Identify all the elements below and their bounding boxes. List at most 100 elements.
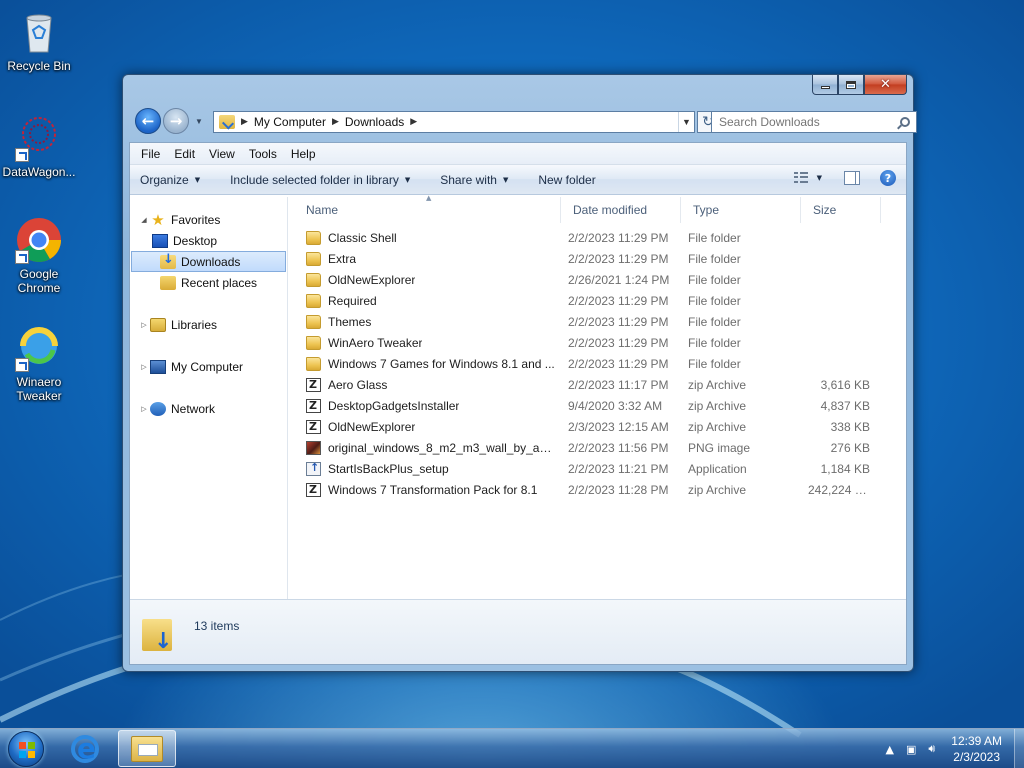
nav-my-computer[interactable]: ▷ My Computer bbox=[130, 356, 287, 377]
address-history-dropdown[interactable]: ▼ bbox=[678, 112, 694, 132]
file-row[interactable]: Classic Shell 2/2/2023 11:29 PM File folde… bbox=[288, 227, 906, 248]
item-count: 13 items bbox=[194, 619, 240, 633]
show-desktop-button[interactable] bbox=[1014, 729, 1024, 768]
maximize-button[interactable] bbox=[838, 75, 864, 95]
breadcrumb-downloads[interactable]: Downloads bbox=[345, 115, 404, 129]
file-row[interactable]: Aero Glass 2/2/2023 11:17 PM zip Archive 3,… bbox=[288, 374, 906, 395]
search-input[interactable] bbox=[712, 115, 882, 129]
forward-button[interactable]: → bbox=[163, 108, 189, 134]
file-row[interactable]: OldNewExplorer 2/26/2021 1:24 PM File fold… bbox=[288, 269, 906, 290]
desktop-icon-label: Winaero Tweaker bbox=[16, 375, 62, 403]
address-bar[interactable]: ▶ My Computer ▶ Downloads ▶ ▼ bbox=[213, 111, 695, 133]
nav-libraries-label: Libraries bbox=[171, 317, 218, 332]
file-date-modified: 9/4/2020 3:32 AM bbox=[568, 398, 663, 413]
file-type: zip Archive bbox=[688, 482, 747, 497]
menu-help[interactable]: Help bbox=[284, 147, 323, 161]
taskbar-file-explorer[interactable] bbox=[118, 730, 176, 767]
explorer-body: File Edit View Tools Help Organize ▼ Incl… bbox=[129, 142, 907, 665]
file-row[interactable]: Windows 7 Games for Windows 8.1 and ... 2… bbox=[288, 353, 906, 374]
file-date-modified: 2/2/2023 11:56 PM bbox=[568, 440, 669, 455]
file-name: Windows 7 Games for Windows 8.1 and ... bbox=[328, 356, 555, 371]
share-with-button[interactable]: Share with ▼ bbox=[440, 173, 508, 187]
back-arrow-icon: ← bbox=[141, 112, 155, 130]
organize-button[interactable]: Organize ▼ bbox=[140, 173, 200, 187]
file-row[interactable]: Required 2/2/2023 11:29 PM File folder bbox=[288, 290, 906, 311]
file-type: File folder bbox=[688, 272, 741, 287]
file-date-modified: 2/2/2023 11:29 PM bbox=[568, 293, 669, 308]
file-row[interactable]: Themes 2/2/2023 11:29 PM File folder bbox=[288, 311, 906, 332]
view-options-dropdown[interactable]: ▼ bbox=[817, 174, 822, 182]
breadcrumb-my-computer[interactable]: My Computer bbox=[254, 115, 326, 129]
file-size: 1,184 KB bbox=[820, 461, 870, 476]
nav-downloads[interactable]: Downloads bbox=[131, 251, 286, 272]
column-header-name[interactable]: Name bbox=[288, 197, 561, 223]
downloads-folder-large-icon: ↓ bbox=[142, 613, 176, 654]
file-row[interactable]: original_windows_8_m2_m3_wall_by_ang... 2… bbox=[288, 437, 906, 458]
downloads-icon bbox=[160, 252, 176, 269]
file-type: File folder bbox=[688, 335, 741, 350]
back-button[interactable]: ← bbox=[135, 108, 161, 134]
close-button[interactable]: ✕ bbox=[864, 75, 907, 95]
close-icon: ✕ bbox=[880, 77, 891, 92]
column-header-size[interactable]: Size bbox=[801, 197, 881, 223]
collapsed-arrow-icon[interactable]: ▷ bbox=[138, 405, 150, 413]
help-icon[interactable]: ? bbox=[880, 170, 896, 186]
zip-archive-icon bbox=[306, 398, 321, 413]
desktop-icon-winaero-tweaker[interactable]: Winaero Tweaker bbox=[0, 324, 78, 403]
sort-ascending-icon: ▲ bbox=[426, 194, 432, 202]
column-header-type[interactable]: Type bbox=[681, 197, 801, 223]
preview-pane-icon[interactable] bbox=[844, 171, 860, 185]
menu-view[interactable]: View bbox=[202, 147, 242, 161]
network-status-icon[interactable]: ▣ bbox=[906, 743, 916, 756]
change-view-icon[interactable] bbox=[793, 172, 808, 184]
recent-pages-dropdown[interactable]: ▼ bbox=[195, 117, 203, 126]
desktop-icon-recycle-bin[interactable]: Recycle Bin bbox=[0, 8, 78, 73]
collapsed-arrow-icon[interactable]: ▷ bbox=[138, 321, 150, 329]
include-in-library-button[interactable]: Include selected folder in library ▼ bbox=[230, 173, 410, 187]
windows-logo-icon bbox=[19, 742, 35, 758]
file-type: File folder bbox=[688, 314, 741, 329]
file-type: zip Archive bbox=[688, 419, 747, 434]
new-folder-button[interactable]: New folder bbox=[538, 173, 595, 187]
file-name: Windows 7 Transformation Pack for 8.1 bbox=[328, 482, 538, 497]
nav-recent-places[interactable]: Recent places bbox=[130, 272, 287, 293]
folder-icon bbox=[306, 314, 321, 329]
start-button[interactable] bbox=[8, 731, 44, 767]
desktop-icon-google-chrome[interactable]: Google Chrome bbox=[0, 216, 78, 295]
file-row[interactable]: DesktopGadgetsInstaller 9/4/2020 3:32 AM z… bbox=[288, 395, 906, 416]
network-icon bbox=[150, 401, 166, 416]
file-date-modified: 2/2/2023 11:21 PM bbox=[568, 461, 669, 476]
breadcrumb-separator-icon[interactable]: ▶ bbox=[332, 117, 339, 127]
taskbar-internet-explorer[interactable] bbox=[56, 730, 114, 767]
expanded-arrow-icon[interactable]: ◢ bbox=[138, 216, 150, 224]
file-explorer-icon bbox=[131, 735, 163, 762]
file-row[interactable]: OldNewExplorer 2/3/2023 12:15 AM zip Archi… bbox=[288, 416, 906, 437]
file-row[interactable]: WinAero Tweaker 2/2/2023 11:29 PM File fol… bbox=[288, 332, 906, 353]
show-hidden-icons-icon[interactable]: ▲ bbox=[885, 743, 893, 756]
folder-icon bbox=[306, 272, 321, 287]
desktop-icon-label: Google Chrome bbox=[17, 267, 61, 295]
nav-libraries[interactable]: ▷ Libraries bbox=[130, 314, 287, 335]
minimize-button[interactable] bbox=[812, 75, 838, 95]
file-row[interactable]: StartIsBackPlus_setup 2/2/2023 11:21 PM Ap… bbox=[288, 458, 906, 479]
nav-network[interactable]: ▷ Network bbox=[130, 398, 287, 419]
file-row[interactable]: Extra 2/2/2023 11:29 PM File folder bbox=[288, 248, 906, 269]
search-icon[interactable] bbox=[900, 117, 910, 127]
volume-icon[interactable]: 🔊︎ bbox=[928, 742, 935, 756]
explorer-window: ✕ ← → ▼ ▶ My Computer ▶ Downloads ▶ ▼ ↻ … bbox=[122, 74, 917, 672]
desktop-icon bbox=[152, 233, 168, 248]
menu-tools[interactable]: Tools bbox=[242, 147, 284, 161]
column-header-date-modified[interactable]: Date modified bbox=[561, 197, 681, 223]
breadcrumb-separator-icon[interactable]: ▶ bbox=[410, 117, 417, 127]
file-size: 4,837 KB bbox=[820, 398, 870, 413]
nav-favorites[interactable]: ◢ ★ Favorites bbox=[130, 209, 287, 230]
file-row[interactable]: Windows 7 Transformation Pack for 8.1 2/2… bbox=[288, 479, 906, 500]
menu-file[interactable]: File bbox=[134, 147, 167, 161]
breadcrumb-separator-icon[interactable]: ▶ bbox=[241, 117, 248, 127]
search-box[interactable] bbox=[711, 111, 917, 133]
clock[interactable]: 12:39 AM 2/3/2023 bbox=[951, 733, 1002, 765]
menu-edit[interactable]: Edit bbox=[167, 147, 202, 161]
nav-desktop[interactable]: Desktop bbox=[130, 230, 287, 251]
collapsed-arrow-icon[interactable]: ▷ bbox=[138, 363, 150, 371]
desktop-icon-datawagon[interactable]: DataWagon... bbox=[0, 114, 78, 179]
